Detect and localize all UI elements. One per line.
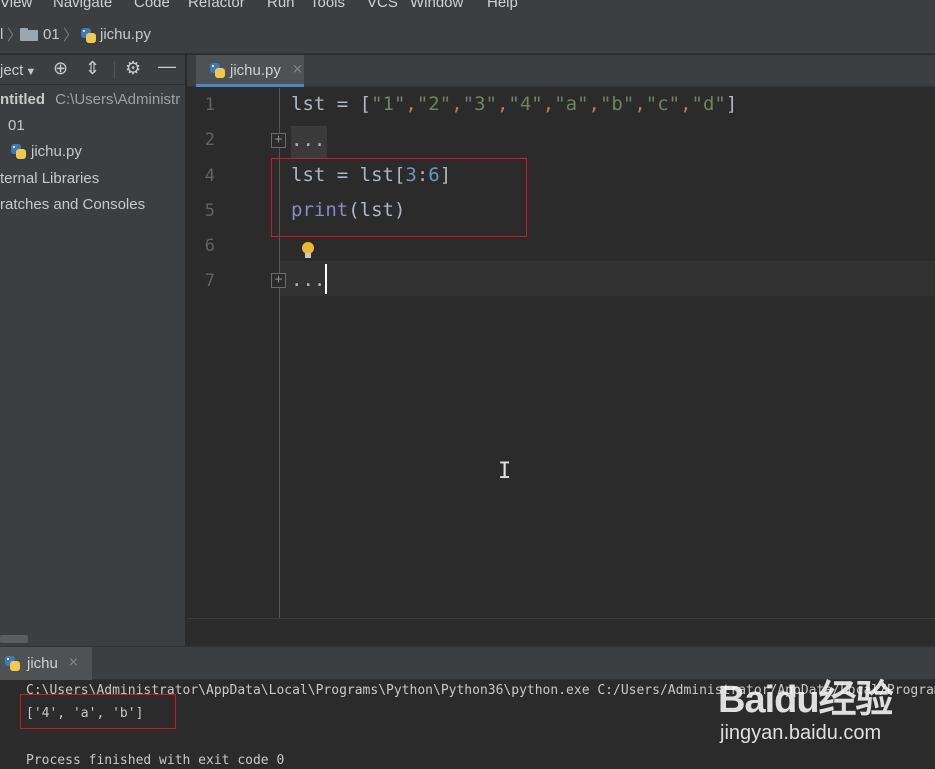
tree-item-external-libraries[interactable]: ternal Libraries (0, 170, 99, 187)
menu-vcs[interactable]: VCS (367, 0, 398, 11)
editor-bottom-strip (187, 618, 935, 646)
toolbar-divider (114, 61, 115, 79)
breadcrumb-root[interactable]: l (0, 26, 3, 43)
run-tab-label: jichu (27, 655, 58, 672)
breadcrumb-file[interactable]: jichu.py (100, 26, 151, 43)
collapse-all-icon[interactable]: ⇕ (85, 58, 100, 79)
project-root-path: C:\Users\Administr (55, 91, 181, 108)
fold-placeholder: ... (291, 269, 326, 291)
watermark-url: jingyan.baidu.com (720, 722, 882, 744)
project-root-item[interactable]: ntitled C:\Users\Administr (0, 91, 180, 108)
close-icon[interactable]: × (68, 655, 79, 670)
menu-run[interactable]: Run (267, 0, 295, 11)
tab-jichu[interactable]: jichu.py × (196, 55, 304, 87)
python-file-icon (10, 143, 28, 161)
menu-view[interactable]: View (0, 0, 32, 11)
line-number: 2 (204, 130, 215, 150)
minimize-icon[interactable]: — (158, 56, 176, 77)
console-exit-message: Process finished with exit code 0 (26, 753, 285, 768)
close-icon[interactable]: × (292, 62, 303, 77)
line-number: 5 (204, 201, 215, 221)
menu-help[interactable]: Help (487, 0, 518, 11)
mouse-ibeam-cursor: I (498, 459, 512, 484)
lightbulb-icon[interactable] (301, 242, 315, 260)
python-file-icon (209, 62, 227, 80)
folded-region[interactable]: ... (291, 126, 327, 158)
folder-icon (20, 28, 38, 41)
menu-bar: View Navigate Code Refactor Run Tools VC… (0, 0, 935, 14)
annotation-box-output (20, 694, 176, 729)
tree-item-folder[interactable]: 01 (8, 117, 25, 134)
current-line-highlight (280, 261, 935, 296)
menu-window[interactable]: Window (410, 0, 463, 11)
menu-tools[interactable]: Tools (310, 0, 345, 11)
fold-expand-icon[interactable]: + (271, 273, 286, 288)
line-number: 7 (204, 271, 215, 291)
text-caret (325, 264, 327, 294)
navigation-bar: l 〉 01 〉 jichu.py (0, 14, 935, 54)
locate-icon[interactable]: ⊕ (53, 58, 68, 79)
line-number: 6 (204, 236, 215, 256)
menu-navigate[interactable]: Navigate (53, 0, 112, 11)
fold-placeholder: ... (291, 129, 326, 151)
breadcrumb-separator: 〉 (63, 26, 79, 44)
horizontal-scrollbar[interactable] (0, 635, 28, 643)
gear-icon[interactable]: ⚙ (125, 58, 141, 79)
tree-item-file[interactable]: jichu.py (31, 143, 82, 160)
menu-refactor[interactable]: Refactor (188, 0, 245, 11)
code-line-1: lst = ["1","2","3","4","a","b","c","d"] (291, 93, 738, 115)
project-root-name: ntitled (0, 91, 45, 108)
project-view-selector[interactable]: ject ▼ (0, 62, 36, 79)
editor-tab-bar: jichu.py × (187, 55, 935, 87)
python-file-icon (4, 655, 22, 673)
line-number: 4 (204, 166, 215, 186)
project-toolbar: ject ▼ ⊕ ⇕ ⚙ — (0, 55, 185, 85)
code-editor[interactable]: 1 2 4 5 6 7 lst = ["1","2","3","4","a","… (187, 88, 935, 618)
watermark-logo: Baidu经验 (718, 679, 894, 721)
run-tab-jichu[interactable]: jichu × (0, 647, 92, 681)
python-file-icon (80, 27, 98, 45)
tab-label: jichu.py (230, 62, 281, 79)
annotation-box-code (271, 158, 527, 237)
baidu-watermark: Baidu经验 jingyan.baidu.com (718, 668, 908, 748)
menu-code[interactable]: Code (134, 0, 170, 11)
tree-item-scratches[interactable]: ratches and Consoles (0, 196, 145, 213)
breadcrumb-folder[interactable]: 01 (43, 26, 60, 43)
fold-expand-icon[interactable]: + (271, 133, 286, 148)
project-panel: ject ▼ ⊕ ⇕ ⚙ — ntitled C:\Users\Administr… (0, 55, 186, 646)
line-number: 1 (204, 95, 215, 115)
